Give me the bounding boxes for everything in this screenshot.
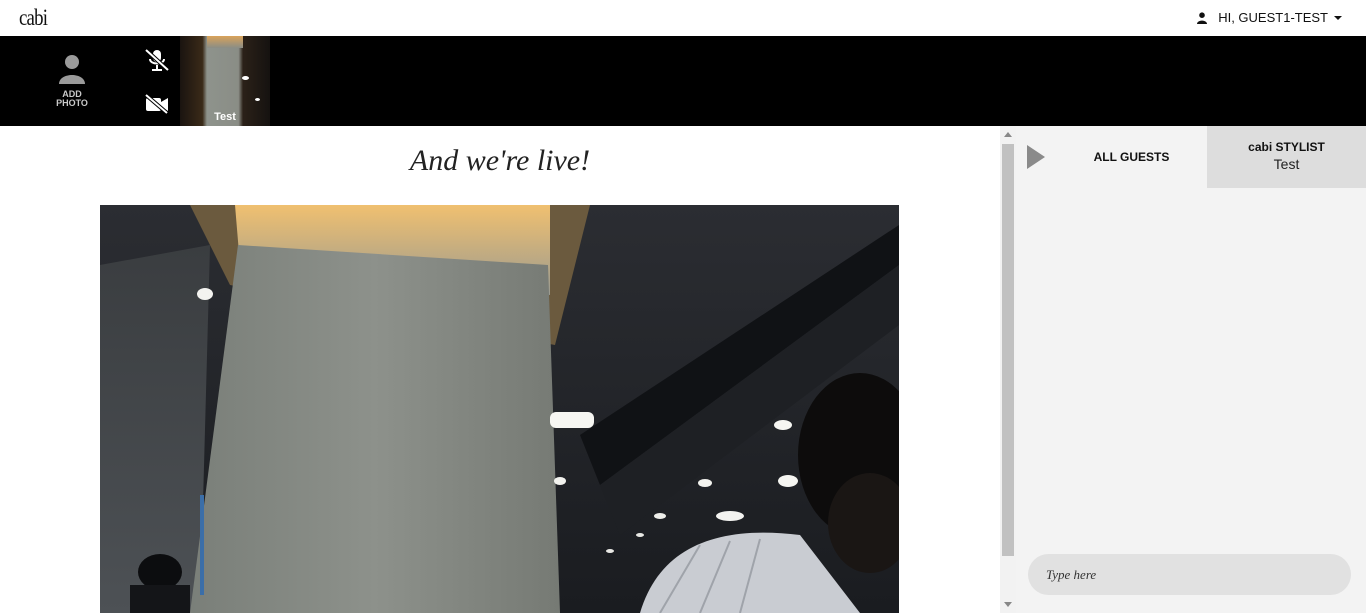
tab-all-guests[interactable]: ALL GUESTS (1056, 126, 1207, 188)
scrollbar-thumb[interactable] (1002, 144, 1014, 556)
thumbnail-light (242, 76, 249, 80)
user-greeting: HI, GUEST1-TEST (1218, 10, 1328, 25)
tab-stylist-title: cabi STYLIST (1248, 140, 1325, 154)
logo[interactable]: cabi (19, 5, 48, 31)
top-bar: cabi HI, GUEST1-TEST (0, 0, 1366, 36)
collapse-arrow-icon[interactable] (1027, 145, 1045, 169)
tab-cabi-stylist[interactable]: cabi STYLIST Test (1207, 126, 1366, 188)
main-content: And we're live! (0, 126, 1000, 613)
tab-stylist-name: Test (1273, 156, 1300, 172)
user-icon (1197, 11, 1208, 24)
add-photo-button[interactable]: ADD PHOTO (40, 54, 104, 108)
user-menu[interactable]: HI, GUEST1-TEST (1196, 10, 1342, 25)
chat-scrollbar[interactable] (1000, 126, 1016, 613)
thumbnail-video-frame (207, 36, 243, 48)
add-photo-label-2: PHOTO (56, 98, 88, 108)
chat-panel: ALL GUESTS cabi STYLIST Test (1016, 126, 1366, 613)
live-video-frame (100, 205, 899, 613)
camera-off-icon[interactable] (143, 94, 171, 114)
participant-thumbnail[interactable]: Test (180, 36, 270, 126)
mic-muted-icon[interactable] (143, 48, 171, 72)
scroll-down-arrow-icon[interactable] (1004, 602, 1012, 607)
media-strip: ADD PHOTO Test (0, 36, 1366, 126)
caret-down-icon (1334, 15, 1342, 20)
chat-message-input[interactable] (1028, 554, 1351, 595)
thumbnail-name: Test (214, 111, 236, 123)
thumbnail-light (255, 98, 260, 101)
chat-tabs: ALL GUESTS cabi STYLIST Test (1016, 126, 1366, 188)
avatar-placeholder-icon (59, 55, 85, 84)
scroll-up-arrow-icon[interactable] (1004, 132, 1012, 137)
live-video[interactable] (100, 205, 899, 613)
page-headline: And we're live! (409, 144, 591, 177)
